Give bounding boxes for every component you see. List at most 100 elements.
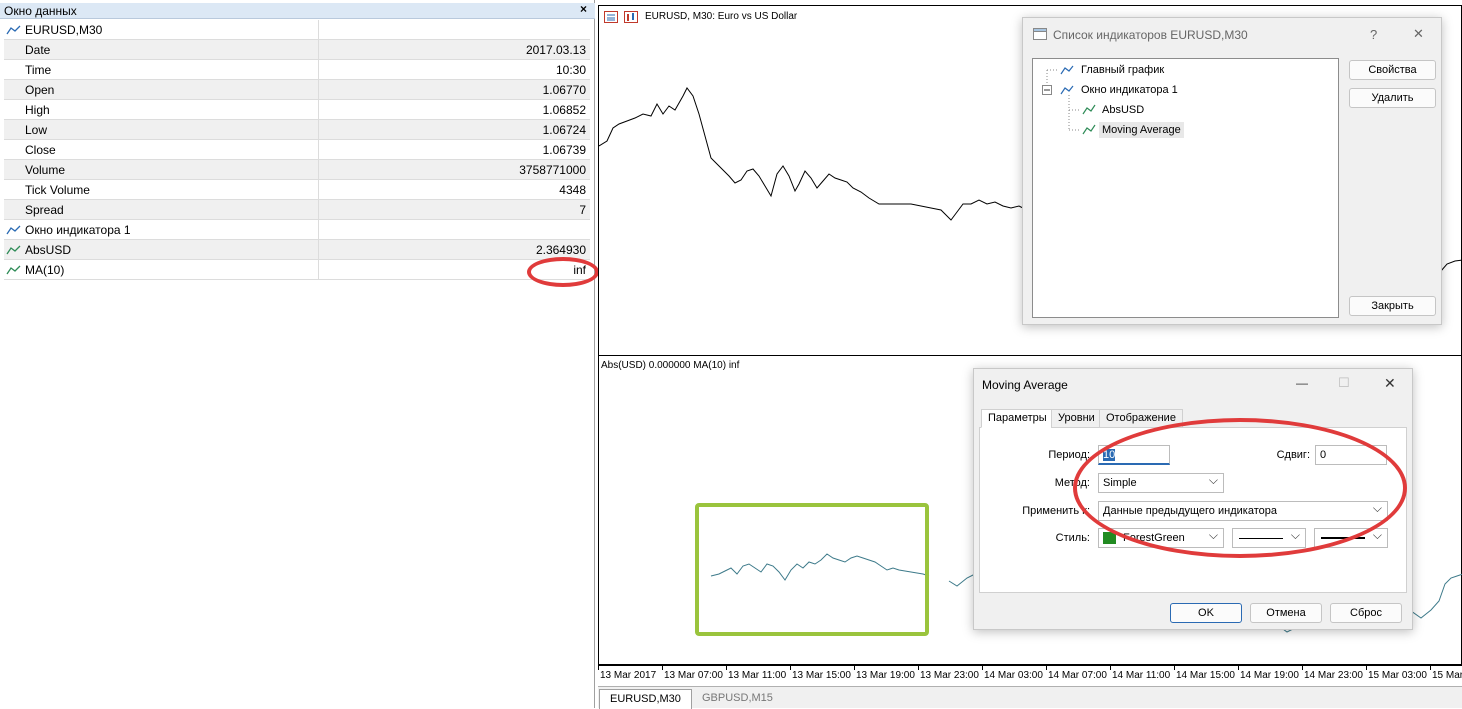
time-tick-mark [662, 666, 663, 670]
tree-item-main-chart[interactable]: Главный график [1081, 64, 1164, 76]
window-icon [1033, 28, 1047, 40]
apply-label: Применить к: [1022, 505, 1090, 517]
time-tick-mark [918, 666, 919, 670]
row-label: Date [25, 43, 51, 57]
reset-button[interactable]: Сброс [1330, 603, 1402, 623]
time-tick-mark [854, 666, 855, 670]
column-divider [318, 80, 319, 100]
time-tick-mark [790, 666, 791, 670]
data-window-row: Open 1.06770 [4, 80, 590, 100]
chart-line-icon [6, 224, 22, 236]
row-value: 2.364930 [535, 243, 586, 257]
dialog-title: Moving Average [982, 378, 1068, 392]
data-window-row: Spread 7 [4, 200, 590, 220]
row-value: 1.06852 [542, 103, 586, 117]
column-divider [318, 60, 319, 80]
tree-item-absusd[interactable]: AbsUSD [1102, 104, 1144, 116]
tree-item-indicator-window[interactable]: Окно индикатора 1 [1081, 84, 1178, 96]
ok-button[interactable]: OK [1170, 603, 1242, 623]
time-tick-label: 14 Mar 11:00 [1112, 670, 1171, 681]
data-window-row: Close 1.06739 [4, 140, 590, 160]
row-label: Close [25, 143, 56, 157]
data-window-row: Окно индикатора 1 [4, 220, 590, 240]
time-tick-mark [1366, 666, 1367, 670]
tree-lines [1042, 65, 1096, 135]
row-label: AbsUSD [25, 243, 72, 257]
price-line [599, 87, 1028, 221]
row-label: Tick Volume [25, 183, 90, 197]
data-window-row: Time 10:30 [4, 60, 590, 80]
data-window-row: High 1.06852 [4, 100, 590, 120]
column-divider [318, 20, 319, 40]
indicator-subwindow-title: Abs(USD) 0.000000 MA(10) inf [601, 360, 740, 371]
chart-list-icon[interactable] [604, 11, 618, 23]
time-tick-mark [982, 666, 983, 670]
tree-item-moving-average[interactable]: Moving Average [1099, 122, 1184, 138]
column-divider [318, 240, 319, 260]
time-tick-label: 14 Mar 15:00 [1176, 670, 1235, 681]
properties-button[interactable]: Свойства [1349, 60, 1436, 80]
data-window-row: Date 2017.03.13 [4, 40, 590, 60]
delete-button[interactable]: Удалить [1349, 88, 1436, 108]
data-window-titlebar: Окно данных × [0, 2, 595, 19]
row-value: 7 [579, 203, 586, 217]
time-tick-label: 14 Mar 03:00 [984, 670, 1043, 681]
data-window-title: Окно данных [4, 4, 77, 18]
data-window-row: AbsUSD 2.364930 [4, 240, 590, 260]
row-label: Окно индикатора 1 [25, 223, 131, 237]
price-line-right [1440, 259, 1462, 272]
row-label: Spread [25, 203, 64, 217]
time-tick-label: 15 Mar 03:00 [1368, 670, 1427, 681]
close-icon[interactable]: ✕ [1384, 375, 1396, 392]
column-divider [318, 200, 319, 220]
column-divider [318, 140, 319, 160]
close-icon[interactable]: × [580, 2, 587, 16]
column-divider [318, 160, 319, 180]
style-label: Стиль: [1055, 532, 1090, 544]
row-label: Open [25, 83, 55, 97]
data-window: Окно данных × EURUSD,M30 Date 2017.03.13 Ti… [0, 0, 595, 708]
time-tick-mark [1302, 666, 1303, 670]
row-value: 3758771000 [519, 163, 586, 177]
time-tick-mark [1238, 666, 1239, 670]
row-value: 1.06739 [542, 143, 586, 157]
tab-eurusd-m30[interactable]: EURUSD,M30 [599, 689, 692, 709]
time-tick-label: 15 Mar [1432, 670, 1462, 681]
indicator-icon [6, 244, 22, 256]
period-label: Период: [1048, 449, 1090, 461]
time-tick-label: 13 Mar 2017 [600, 670, 657, 681]
row-label: EURUSD,M30 [25, 23, 103, 37]
close-icon[interactable]: ✕ [1413, 26, 1424, 42]
help-icon[interactable]: ? [1370, 27, 1377, 42]
row-value: 2017.03.13 [525, 43, 586, 57]
chart-line-icon [6, 24, 22, 36]
time-tick-mark [726, 666, 727, 670]
column-divider [318, 220, 319, 240]
row-label: Low [25, 123, 48, 137]
chart-tabs: EURUSD,M30 GBPUSD,M15 [598, 686, 1462, 709]
time-tick-mark [598, 666, 599, 670]
annotation-box [695, 503, 929, 636]
dialog-titlebar: Moving Average — ☐ ✕ [974, 369, 1412, 401]
tab-gbpusd-m15[interactable]: GBPUSD,M15 [692, 689, 783, 709]
time-tick-label: 13 Mar 15:00 [792, 670, 851, 681]
close-button[interactable]: Закрыть [1349, 296, 1436, 316]
row-label: Time [25, 63, 52, 77]
time-axis: 13 Mar 2017 13 Mar 07:00 13 Mar 11:00 13 Ma… [598, 665, 1462, 685]
time-tick-label: 14 Mar 19:00 [1240, 670, 1299, 681]
cancel-button[interactable]: Отмена [1250, 603, 1322, 623]
tab-parameters[interactable]: Параметры [981, 409, 1054, 428]
row-value: 10:30 [555, 63, 586, 77]
column-divider [318, 260, 319, 280]
chart-indicator-icon[interactable] [624, 11, 638, 23]
time-tick-mark [1110, 666, 1111, 670]
column-divider [318, 40, 319, 60]
time-tick-label: 14 Mar 07:00 [1048, 670, 1107, 681]
time-tick-mark [1046, 666, 1047, 670]
data-window-row: Tick Volume 4348 [4, 180, 590, 200]
tab-levels[interactable]: Уровни [1051, 409, 1102, 428]
time-tick-label: 13 Mar 11:00 [728, 670, 787, 681]
row-label: MA(10) [25, 263, 65, 277]
column-divider [318, 120, 319, 140]
minimize-icon[interactable]: — [1296, 376, 1308, 390]
